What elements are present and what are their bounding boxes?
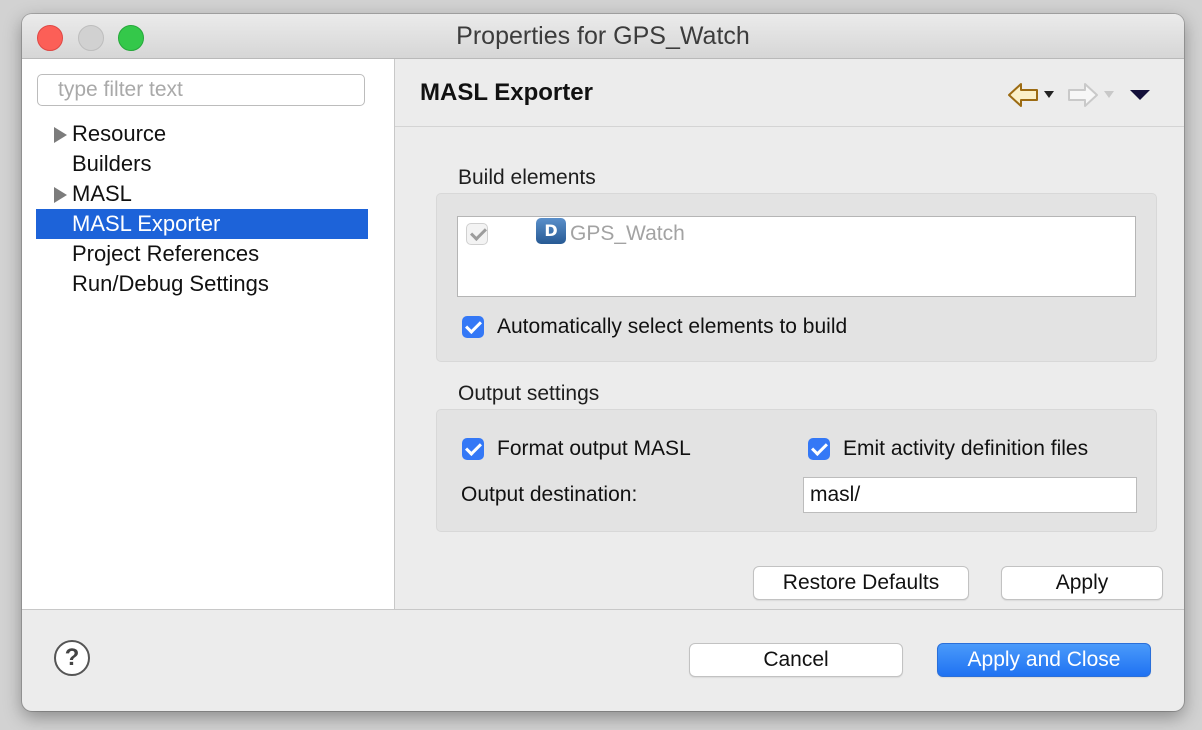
footer-divider [22, 609, 1184, 610]
output-settings-label: Output settings [458, 382, 600, 405]
expand-arrow-icon[interactable] [54, 127, 67, 143]
properties-dialog: Properties for GPS_Watch Resource Builde… [22, 14, 1184, 711]
tree-item-masl[interactable]: MASL [36, 179, 368, 209]
build-elements-label: Build elements [458, 166, 596, 189]
back-arrow-icon[interactable] [1006, 81, 1040, 109]
tree-item-run-debug-settings[interactable]: Run/Debug Settings [36, 269, 368, 299]
domain-d-icon: D [536, 218, 566, 244]
property-tree: Resource Builders MASL MASL Exporter Pro… [36, 119, 368, 299]
tree-item-masl-exporter[interactable]: MASL Exporter [36, 209, 368, 239]
output-destination-label: Output destination: [461, 483, 638, 506]
help-icon[interactable]: ? [54, 640, 90, 676]
tree-item-builders[interactable]: Builders [36, 149, 368, 179]
page-title: MASL Exporter [420, 79, 593, 106]
gps-watch-checkbox [466, 223, 488, 245]
tree-item-resource[interactable]: Resource [36, 119, 368, 149]
auto-select-checkbox[interactable] [462, 316, 484, 338]
forward-history-dropdown-icon [1104, 91, 1114, 98]
format-output-label[interactable]: Format output MASL [497, 437, 691, 461]
emit-activity-checkbox[interactable] [808, 438, 830, 460]
back-history-dropdown-icon[interactable] [1044, 91, 1054, 98]
tree-item-project-references[interactable]: Project References [36, 239, 368, 269]
view-menu-icon[interactable] [1130, 90, 1150, 100]
tree-item-label: Builders [72, 151, 152, 176]
restore-defaults-button[interactable]: Restore Defaults [753, 566, 969, 600]
sidebar: Resource Builders MASL MASL Exporter Pro… [22, 59, 395, 609]
output-settings-group: Format output MASL Emit activity definit… [436, 409, 1157, 532]
tree-item-label: Resource [72, 121, 167, 146]
build-elements-list[interactable]: D GPS_Watch [457, 216, 1136, 297]
tree-item-label: MASL [72, 181, 132, 206]
title-bar: Properties for GPS_Watch [22, 14, 1184, 59]
filter-input[interactable] [37, 74, 365, 106]
cancel-button[interactable]: Cancel [689, 643, 903, 677]
auto-select-label[interactable]: Automatically select elements to build [497, 315, 847, 339]
window-title: Properties for GPS_Watch [456, 22, 750, 50]
apply-and-close-button[interactable]: Apply and Close [937, 643, 1151, 677]
forward-arrow-icon [1068, 83, 1098, 107]
expand-arrow-icon[interactable] [54, 187, 67, 203]
header-divider [395, 126, 1184, 127]
property-page: MASL Exporter Build elements D GPS_Watch… [395, 59, 1184, 609]
tree-item-label: Project References [72, 241, 260, 266]
build-elements-group: D GPS_Watch Automatically select element… [436, 193, 1157, 362]
list-item-label: GPS_Watch [570, 222, 685, 245]
format-output-checkbox[interactable] [462, 438, 484, 460]
emit-activity-label[interactable]: Emit activity definition files [843, 437, 1088, 461]
output-destination-field[interactable] [803, 477, 1137, 513]
navigation-toolbar [1006, 81, 1166, 111]
tree-item-label: MASL Exporter [72, 211, 221, 236]
apply-button[interactable]: Apply [1001, 566, 1163, 600]
tree-item-label: Run/Debug Settings [72, 271, 269, 296]
